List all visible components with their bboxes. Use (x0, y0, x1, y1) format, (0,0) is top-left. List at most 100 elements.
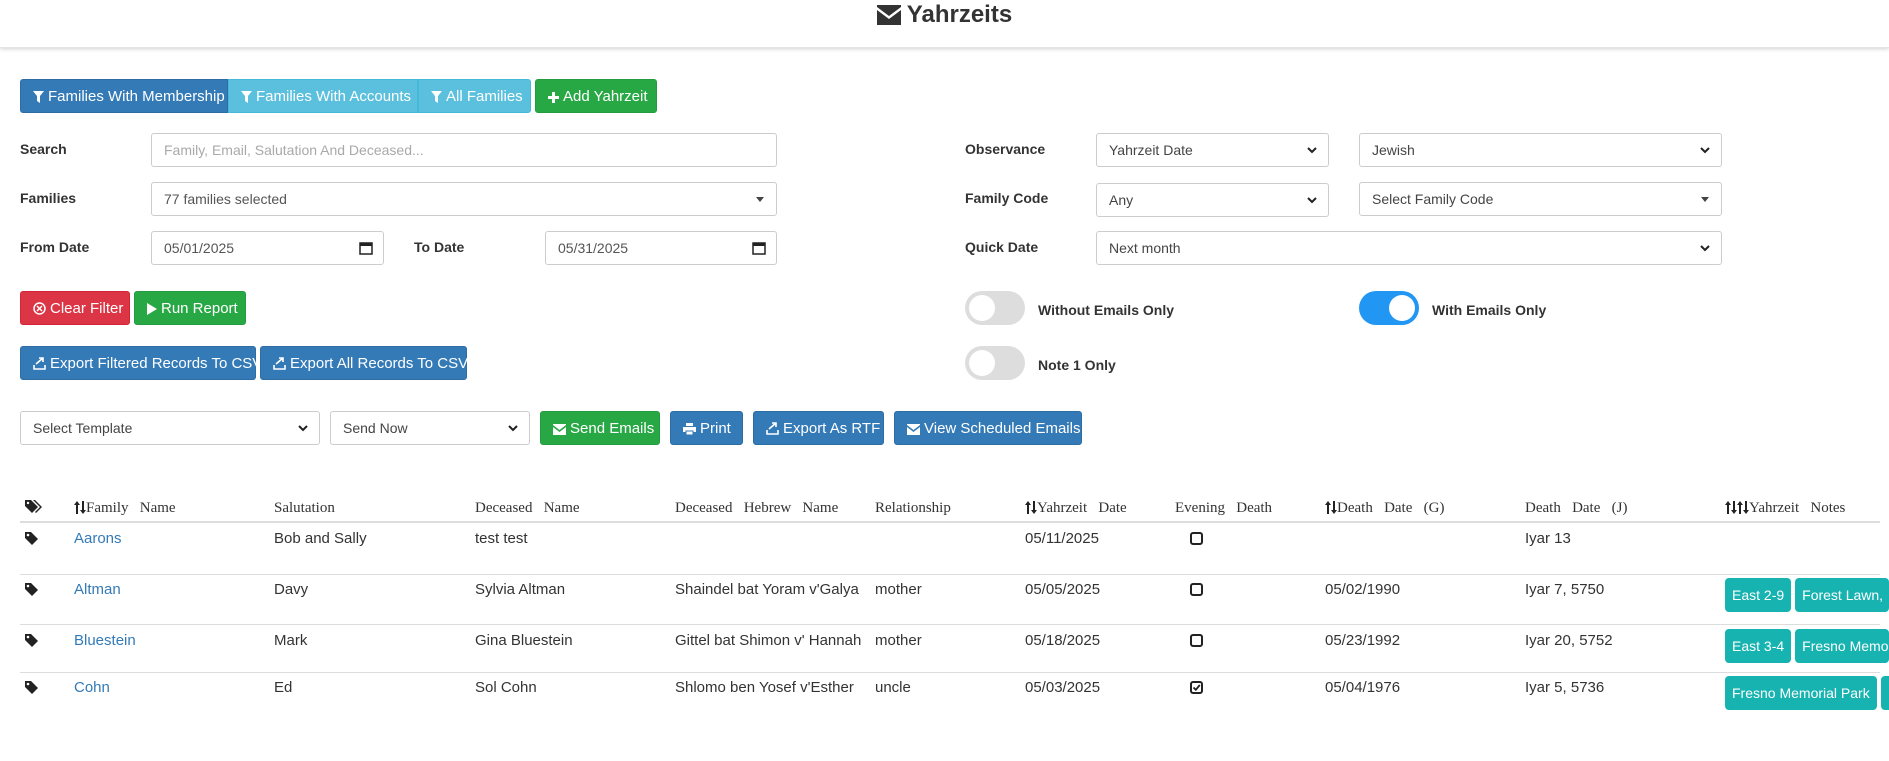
quick-date-value: Next month (1109, 240, 1181, 256)
family-name-column-header[interactable]: Family Name (74, 497, 176, 519)
cell-relationship: mother (875, 632, 922, 649)
cell-family[interactable]: Cohn (74, 678, 110, 698)
envelope-icon (876, 5, 901, 25)
notes-tag (1880, 676, 1889, 710)
yahrzeit-date-header-label: Yahrzeit Date (1037, 500, 1127, 516)
calendar-type-value: Jewish (1372, 142, 1415, 158)
checkbox-icon[interactable] (1190, 531, 1203, 551)
families-with-membership-label: Families With Membership (48, 88, 225, 105)
from-date-value: 05/01/2025 (164, 240, 235, 256)
toggle-knob (1389, 295, 1415, 321)
toggle-knob (969, 350, 995, 376)
all-families-button[interactable]: All Families (418, 79, 531, 113)
yahrzeit-notes-column-header[interactable]: Yahrzeit Notes (1725, 497, 1845, 519)
observance-value: Yahrzeit Date (1109, 142, 1193, 158)
view-scheduled-label: View Scheduled Emails (924, 420, 1081, 437)
notes-tag: East 3-4 (1725, 629, 1792, 663)
export-rtf-button[interactable]: Export As RTF (753, 411, 884, 445)
cell-salutation: Mark (274, 632, 308, 649)
cell-death_g: 05/23/1992 (1325, 632, 1401, 649)
family-code-label: Family Code (965, 190, 1049, 206)
tag-icon[interactable] (25, 680, 38, 700)
add-yahrzeit-label: Add Yahrzeit (563, 88, 648, 105)
filter-icon (33, 91, 44, 103)
tag-icon[interactable] (25, 531, 38, 551)
cell-death_j: Iyar 13 (1525, 530, 1571, 547)
row-divider (20, 672, 1880, 673)
with-emails-toggle[interactable] (1359, 291, 1419, 325)
envelope-icon (553, 424, 566, 435)
export-filtered-csv-button[interactable]: Export Filtered Records To CSV (20, 346, 262, 380)
tags-column-header[interactable] (25, 497, 43, 519)
families-select[interactable]: 77 families selected (151, 182, 777, 216)
family-code-value: Any (1109, 192, 1134, 208)
death-date-g-header-label: Death Date (G) (1337, 500, 1445, 516)
quick-date-select[interactable]: Next month (1096, 231, 1722, 265)
send-timing-value: Send Now (343, 420, 408, 436)
family-code-select[interactable]: Any (1096, 183, 1329, 217)
cell-hebrew: Gittel bat Shimon v' Hannah (675, 632, 862, 649)
cell-yahrzeit: 05/11/2025 (1025, 530, 1099, 547)
view-scheduled-emails-button[interactable]: View Scheduled Emails (894, 411, 1082, 445)
cell-yahrzeit: 05/05/2025 (1025, 581, 1101, 598)
cell-salutation: Davy (274, 581, 309, 598)
checkbox-icon[interactable] (1190, 633, 1203, 653)
observance-select[interactable]: Yahrzeit Date (1096, 133, 1329, 167)
yahrzeit-date-column-header[interactable]: Yahrzeit Date (1025, 497, 1127, 519)
search-input[interactable]: Family, Email, Salutation And Deceased..… (151, 133, 777, 167)
salutation-column-header: Salutation (274, 500, 335, 516)
cell-family[interactable]: Bluestein (74, 631, 136, 651)
clear-filter-button[interactable]: Clear Filter (20, 291, 130, 325)
send-timing-select[interactable]: Send Now (330, 411, 530, 445)
relationship-column-header: Relationship (875, 500, 951, 516)
checkbox-icon[interactable] (1190, 582, 1203, 602)
page-title: Yahrzeits (0, 0, 1889, 30)
export-all-csv-button[interactable]: Export All Records To CSV (260, 346, 468, 380)
family-code-multiselect[interactable]: Select Family Code (1359, 182, 1722, 216)
cell-family[interactable]: Altman (74, 580, 121, 600)
calendar-type-select[interactable]: Jewish (1359, 133, 1722, 167)
chevron-down-icon (1307, 147, 1317, 154)
to-date-label: To Date (414, 239, 465, 255)
add-yahrzeit-button[interactable]: Add Yahrzeit (535, 79, 657, 113)
to-date-input[interactable]: 05/31/2025 (545, 231, 777, 265)
search-placeholder: Family, Email, Salutation And Deceased..… (164, 142, 424, 158)
notes-tag: Fresno Memorial Park (1725, 676, 1877, 710)
calendar-icon[interactable] (752, 241, 766, 255)
page-header: Yahrzeits (0, 0, 1889, 48)
note1-toggle[interactable] (965, 346, 1025, 380)
without-emails-toggle[interactable] (965, 291, 1025, 325)
play-icon (147, 303, 157, 315)
calendar-icon[interactable] (359, 241, 373, 255)
tags-icon (25, 500, 42, 513)
families-with-membership-button[interactable]: Families With Membership (20, 79, 228, 113)
plus-icon (548, 92, 559, 103)
cell-death_j: Iyar 5, 5736 (1525, 679, 1605, 696)
families-with-accounts-button[interactable]: Families With Accounts (228, 79, 418, 113)
checked-checkbox-icon[interactable] (1190, 680, 1203, 700)
from-date-input[interactable]: 05/01/2025 (151, 231, 384, 265)
observance-label: Observance (965, 141, 1046, 157)
quick-date-label: Quick Date (965, 239, 1039, 255)
envelope-icon (907, 424, 920, 435)
cell-death_g: 05/04/1976 (1325, 679, 1401, 696)
clear-filter-label: Clear Filter (50, 300, 124, 317)
template-select[interactable]: Select Template (20, 411, 320, 445)
notes-tag: Forest Lawn, (1795, 578, 1889, 612)
send-emails-button[interactable]: Send Emails (540, 411, 660, 445)
tag-icon[interactable] (25, 582, 38, 602)
family-name-header-label: Family Name (86, 500, 176, 516)
print-label: Print (700, 420, 731, 437)
print-button[interactable]: Print (670, 411, 743, 445)
filter-icon (431, 91, 442, 103)
cell-deceased: Gina Bluestein (475, 632, 573, 649)
tag-icon[interactable] (25, 633, 38, 653)
cell-family[interactable]: Aarons (74, 529, 122, 549)
death-date-g-column-header[interactable]: Death Date (G) (1325, 497, 1444, 519)
run-report-button[interactable]: Run Report (134, 291, 246, 325)
sort-icon (1325, 501, 1337, 514)
notes-tag: Fresno Memo (1795, 629, 1889, 663)
row-divider (20, 624, 1880, 625)
to-date-value: 05/31/2025 (558, 240, 629, 256)
chevron-down-icon (1700, 245, 1710, 252)
